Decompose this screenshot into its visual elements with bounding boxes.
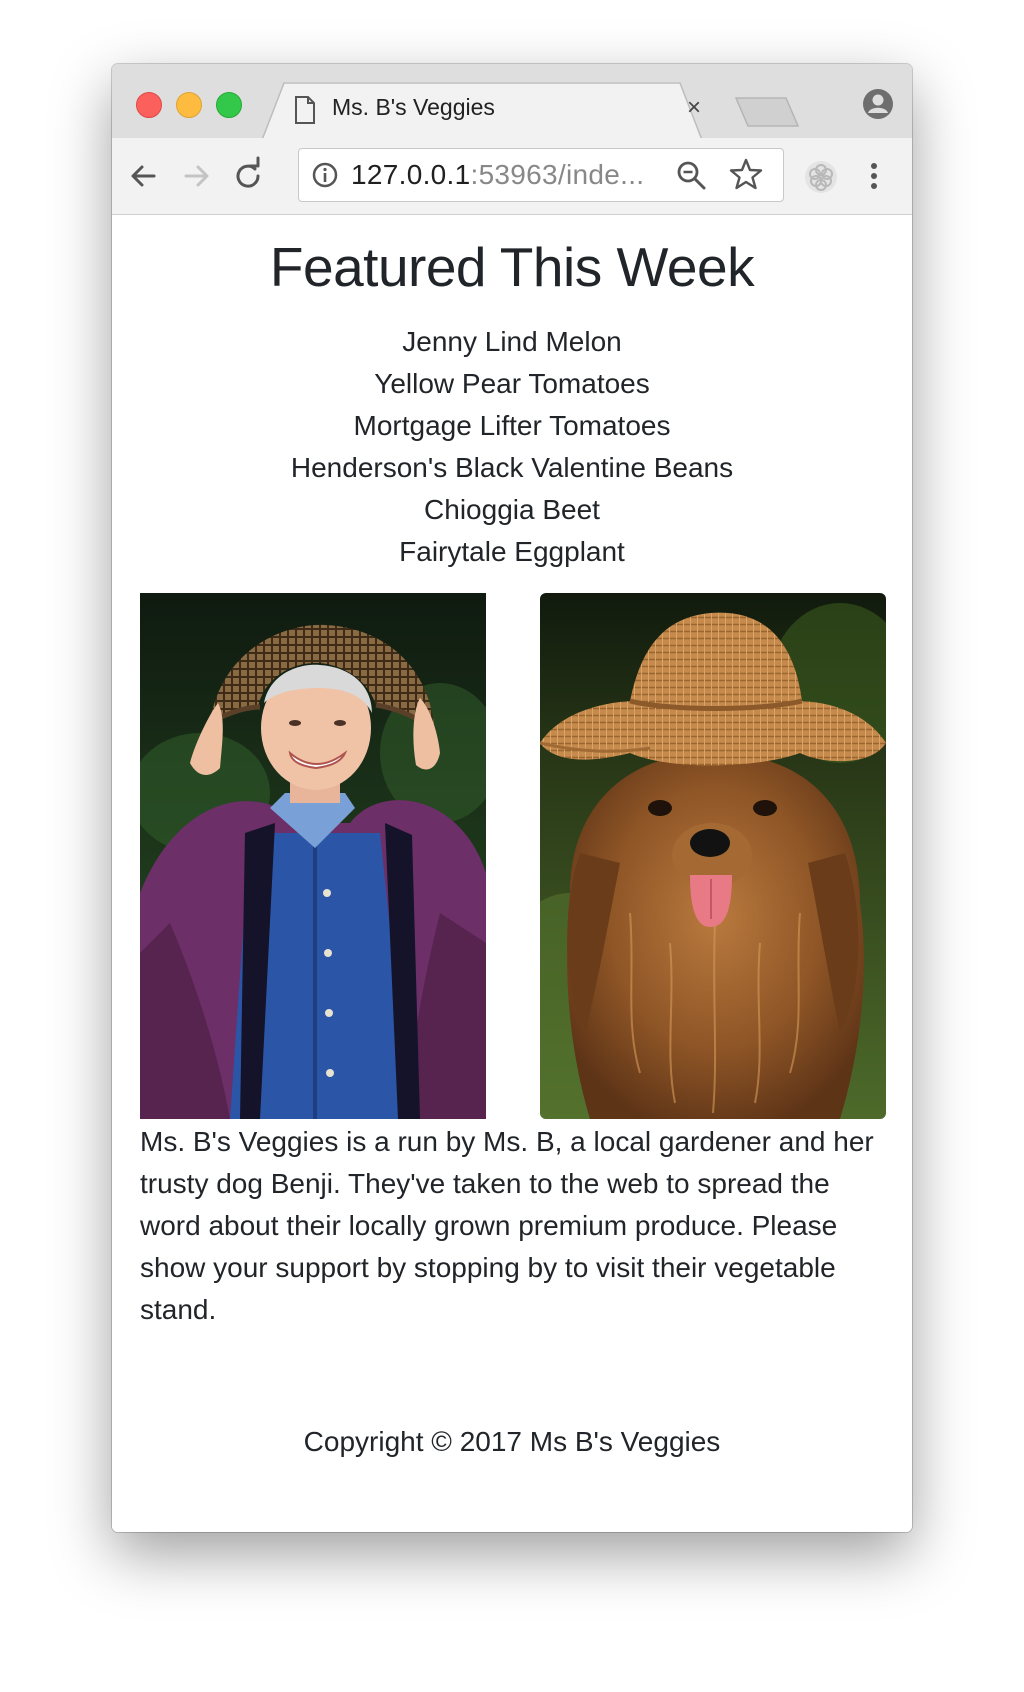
forward-arrow-icon[interactable] — [176, 156, 216, 196]
address-bar[interactable]: 127.0.0.1:53963/inde... — [298, 148, 784, 202]
new-tab-icon[interactable] — [734, 96, 800, 128]
menu-dots-icon[interactable] — [862, 156, 886, 196]
info-icon[interactable] — [311, 161, 339, 189]
page-title: Featured This Week — [269, 236, 755, 298]
featured-list: Jenny Lind Melon Yellow Pear Tomatoes Mo… — [112, 321, 912, 573]
maximize-window-button[interactable] — [216, 92, 242, 118]
benji-dog-photo — [540, 593, 886, 1119]
document-icon — [295, 96, 315, 124]
profile-icon[interactable] — [860, 86, 896, 122]
toolbar: 127.0.0.1:53963/inde... — [112, 138, 912, 215]
close-window-button[interactable] — [136, 92, 162, 118]
minimize-window-button[interactable] — [176, 92, 202, 118]
url-text[interactable]: 127.0.0.1:53963/inde... — [351, 159, 644, 191]
back-arrow-icon[interactable] — [124, 156, 164, 196]
tab-title: Ms. B's Veggies — [332, 94, 495, 120]
page-content: Featured This Week Jenny Lind Melon Yell… — [112, 215, 912, 1532]
zoom-out-icon[interactable] — [675, 159, 707, 191]
featured-item-fairytale-eggplant: Fairytale Eggplant — [399, 536, 625, 567]
featured-item-black-valentine-beans: Henderson's Black Valentine Beans — [290, 452, 734, 483]
tab-close-icon[interactable]: × — [680, 94, 708, 122]
featured-item-yellow-pear-tomatoes: Yellow Pear Tomatoes — [374, 368, 650, 399]
url-path: :53963/inde... — [470, 159, 645, 190]
browser-window: Ms. B's Veggies × 127.0.0.1:53963/inde..… — [112, 64, 912, 1532]
url-host: 127.0.0.1 — [351, 159, 471, 190]
description-paragraph: Ms. B's Veggies is a run by Ms. B, a loc… — [140, 1126, 874, 1325]
extension-icon[interactable] — [802, 158, 840, 196]
ms-b-photo — [140, 593, 486, 1119]
reload-icon[interactable] — [228, 156, 268, 196]
featured-item-chioggia-beet: Chioggia Beet — [424, 494, 600, 525]
bookmark-star-icon[interactable] — [729, 157, 763, 191]
featured-item-mortgage-lifter-tomatoes: Mortgage Lifter Tomatoes — [353, 410, 671, 441]
copyright-footer: Copyright © 2017 Ms B's Veggies — [303, 1426, 721, 1457]
tab-bar: Ms. B's Veggies × — [112, 64, 912, 140]
featured-item-jenny-lind-melon: Jenny Lind Melon — [402, 326, 622, 357]
